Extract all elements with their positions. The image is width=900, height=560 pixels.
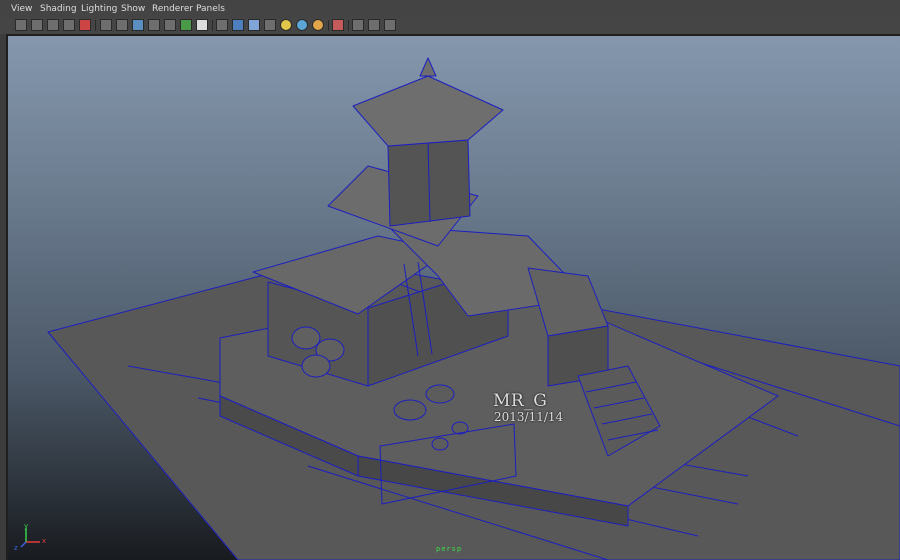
basket — [425, 384, 455, 404]
watermark-date: 2013/11/14 — [494, 410, 564, 424]
toolbar-separator — [95, 20, 96, 31]
grid-icon[interactable] — [100, 19, 112, 31]
panel-toolbar — [0, 18, 900, 34]
menu-shading[interactable]: Shading — [40, 2, 77, 16]
shadows-icon[interactable] — [296, 19, 308, 31]
toolbar-separator — [212, 20, 213, 31]
safe-action-icon[interactable] — [180, 19, 192, 31]
menu-view[interactable]: View — [11, 2, 32, 16]
menu-lighting[interactable]: Lighting — [81, 2, 117, 16]
film-gate-icon[interactable] — [116, 19, 128, 31]
tower-roof — [352, 75, 504, 147]
toolbar-separator — [348, 20, 349, 31]
viewport-frame: MR_G 2013/11/14 y x z persp — [6, 34, 900, 560]
axis-label-y: y — [24, 522, 29, 530]
xray-active-icon[interactable] — [352, 19, 364, 31]
xray-icon[interactable] — [264, 19, 276, 31]
share-icon[interactable] — [384, 19, 396, 31]
axis-label-x: x — [42, 537, 47, 545]
field-chart-icon[interactable] — [164, 19, 176, 31]
chinese-pavilion-model — [47, 57, 900, 560]
panel-menu-bar: View Shading Lighting Show Renderer Pane… — [0, 0, 900, 19]
use-all-lights-icon[interactable] — [280, 19, 292, 31]
camera-attributes-icon[interactable] — [31, 19, 43, 31]
barrel — [301, 354, 331, 378]
wireframe-on-shaded-icon[interactable] — [248, 19, 260, 31]
camera-select-icon[interactable] — [15, 19, 27, 31]
3d-viewport[interactable]: MR_G 2013/11/14 y x z persp — [8, 36, 900, 560]
axis-label-z: z — [14, 544, 18, 552]
basket — [393, 399, 427, 421]
camera-name-label: persp — [436, 545, 463, 553]
bookmarks-icon[interactable] — [47, 19, 59, 31]
menu-show[interactable]: Show — [121, 2, 145, 16]
tower-finial — [419, 57, 437, 77]
view-axis-indicator — [20, 528, 40, 548]
wireframe-icon[interactable] — [216, 19, 228, 31]
smooth-shade-icon[interactable] — [232, 19, 244, 31]
isolate-select-icon[interactable] — [332, 19, 344, 31]
basket-lid — [431, 437, 449, 451]
resolution-gate-icon[interactable] — [132, 19, 144, 31]
menu-renderer[interactable]: Renderer — [152, 2, 193, 16]
image-plane-icon[interactable] — [63, 19, 75, 31]
toolbar-separator — [328, 20, 329, 31]
barrel — [291, 326, 321, 350]
maya-viewport-panel: View Shading Lighting Show Renderer Pane… — [0, 0, 900, 560]
watermark-author: MR_G — [493, 391, 548, 411]
2d-pan-zoom-icon[interactable] — [79, 19, 91, 31]
gate-mask-icon[interactable] — [148, 19, 160, 31]
menu-panels[interactable]: Panels — [196, 2, 225, 16]
xray-joints-icon[interactable] — [368, 19, 380, 31]
ambient-occlusion-icon[interactable] — [312, 19, 324, 31]
textured-toggle-icon[interactable] — [196, 19, 208, 31]
